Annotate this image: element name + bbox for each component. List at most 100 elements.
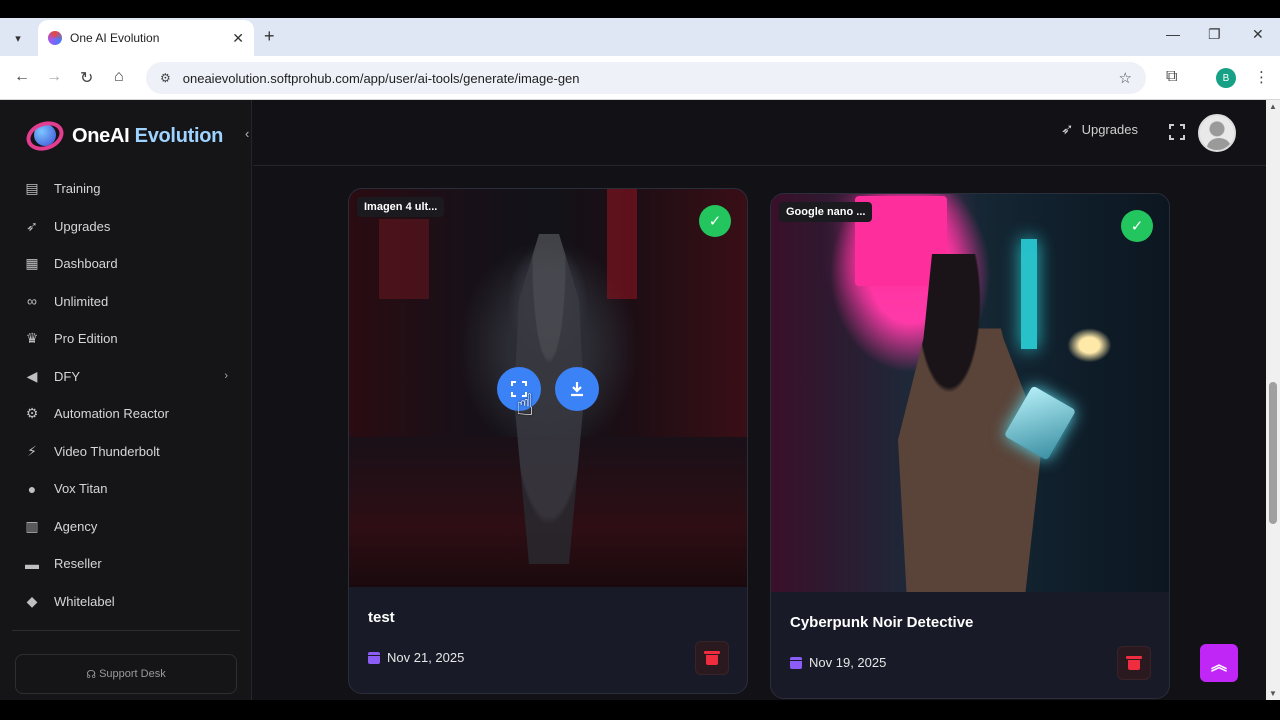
generated-image[interactable] <box>349 189 747 587</box>
screen-top-edge <box>0 0 1280 18</box>
extensions-puzzle-icon[interactable]: ⧉ <box>1166 68 1177 86</box>
restore-icon[interactable]: ❐ <box>1208 26 1221 43</box>
browser-menu-icon[interactable]: ⋮ <box>1254 68 1269 86</box>
check-icon: ✓ <box>699 205 731 237</box>
sidebar-item-whitelabel[interactable]: ◆ Whitelabel <box>22 583 242 621</box>
download-icon <box>571 382 583 397</box>
calendar-icon <box>790 656 802 669</box>
generated-image[interactable] <box>771 194 1169 592</box>
rocket-icon: ➶ <box>1061 121 1074 138</box>
url-text[interactable]: oneaievolution.softprohub.com/app/user/a… <box>183 71 1119 86</box>
microphone-icon: ● <box>27 480 37 497</box>
sidebar-item-upgrades[interactable]: ➶ Upgrades <box>22 208 242 246</box>
image-card: Google nano ... ✓ Cyberpunk Noir Detecti… <box>770 193 1170 699</box>
user-avatar[interactable] <box>1198 114 1236 152</box>
sidebar-item-label: Unlimited <box>54 293 109 309</box>
minimize-icon[interactable]: — <box>1166 26 1180 42</box>
training-icon: ▤ <box>25 180 39 197</box>
page-scrollbar[interactable]: ▲ ▼ <box>1266 100 1280 700</box>
forward-arrow-icon[interactable]: → <box>46 68 62 86</box>
profile-avatar[interactable]: B <box>1216 68 1236 88</box>
home-icon[interactable]: ⌂ <box>114 68 124 86</box>
store-icon: ▬ <box>25 555 39 572</box>
tab-search-chevron-down-icon[interactable]: ▾ <box>6 26 30 50</box>
back-arrow-icon[interactable]: ← <box>14 68 30 86</box>
bolt-icon: ⚡ <box>27 442 37 459</box>
headset-icon: ☊ <box>86 668 97 681</box>
scroll-to-top-button[interactable]: ︽ <box>1200 644 1238 682</box>
scroll-down-arrow-icon[interactable]: ▼ <box>1269 689 1277 698</box>
logo-text: OneAI Evolution <box>72 124 224 147</box>
card-date-text: Nov 21, 2025 <box>387 650 465 665</box>
model-badge: Google nano ... <box>779 202 873 222</box>
sidebar-item-video-thunderbolt[interactable]: ⚡ Video Thunderbolt <box>22 433 242 471</box>
sidebar: OneAI Evolution ‹ ▤ Training ➶ Upgrades … <box>0 100 252 700</box>
app-root: OneAI Evolution ‹ ▤ Training ➶ Upgrades … <box>0 100 1280 700</box>
address-bar[interactable]: ⚙ oneaievolution.softprohub.com/app/user… <box>146 62 1146 94</box>
dashboard-icon: ▦ <box>25 255 39 272</box>
fullscreen-icon[interactable] <box>1169 124 1185 140</box>
model-badge: Imagen 4 ult... <box>357 197 445 217</box>
window-close-icon[interactable]: ✕ <box>1252 26 1264 43</box>
infinity-icon: ∞ <box>27 293 37 310</box>
app-logo[interactable]: OneAI Evolution <box>22 116 223 156</box>
upgrades-label: Upgrades <box>1081 121 1138 137</box>
sidebar-item-agency[interactable]: ▥ Agency <box>22 508 242 546</box>
sidebar-item-reseller[interactable]: ▬ Reseller <box>22 545 242 583</box>
sidebar-collapse-chevron-icon[interactable]: ‹ <box>245 126 249 141</box>
support-desk-button[interactable]: ☊ Support Desk <box>15 654 237 694</box>
sidebar-item-label: Upgrades <box>54 218 111 234</box>
image-card: Imagen 4 ult... ✓ test Nov 21, 2025 <box>348 188 748 694</box>
new-tab-plus-icon[interactable]: + <box>264 26 275 47</box>
crown-icon: ♛ <box>25 330 39 347</box>
trash-icon <box>1126 656 1142 670</box>
scrollbar-thumb[interactable] <box>1269 382 1277 524</box>
browser-toolbar: ← → ↻ ⌂ ⚙ oneaievolution.softprohub.com/… <box>0 56 1280 100</box>
site-settings-icon[interactable]: ⚙ <box>160 71 171 85</box>
tag-icon: ◆ <box>26 592 38 609</box>
sidebar-item-unlimited[interactable]: ∞ Unlimited <box>22 283 242 321</box>
delete-button[interactable] <box>695 641 729 675</box>
sidebar-item-dfy[interactable]: ◀ DFY › <box>22 358 242 396</box>
sidebar-item-automation-reactor[interactable]: ⚙ Automation Reactor <box>22 395 242 433</box>
megaphone-icon: ◀ <box>26 367 38 384</box>
delete-button[interactable] <box>1117 646 1151 680</box>
sidebar-item-dashboard[interactable]: ▦ Dashboard <box>22 245 242 283</box>
upgrades-button[interactable]: ➶ Upgrades <box>1061 120 1138 138</box>
sidebar-item-label: Reseller <box>54 556 102 572</box>
sidebar-item-label: Automation Reactor <box>54 406 169 422</box>
support-desk-label: Support Desk <box>99 668 166 680</box>
hand-cursor-icon: ☝ <box>516 389 535 422</box>
reload-icon[interactable]: ↻ <box>80 68 93 88</box>
sidebar-menu: ▤ Training ➶ Upgrades ▦ Dashboard ∞ Unli… <box>22 170 242 620</box>
sidebar-item-pro-edition[interactable]: ♛ Pro Edition <box>22 320 242 358</box>
chevron-right-icon: › <box>224 370 228 383</box>
card-date: Nov 19, 2025 <box>790 655 886 670</box>
bookmark-star-icon[interactable]: ☆ <box>1119 69 1132 87</box>
download-button[interactable] <box>555 367 599 411</box>
favicon-icon <box>48 31 62 45</box>
sidebar-item-label: Agency <box>54 518 98 534</box>
sidebar-item-label: Pro Edition <box>54 331 118 347</box>
sidebar-item-label: Vox Titan <box>54 481 108 497</box>
sidebar-item-label: Whitelabel <box>54 593 115 609</box>
card-date-text: Nov 19, 2025 <box>809 655 887 670</box>
double-chevron-up-icon: ︽ <box>1210 657 1227 674</box>
sidebar-divider <box>12 630 240 631</box>
check-icon: ✓ <box>1121 210 1153 242</box>
card-title: test <box>368 609 395 626</box>
trash-icon <box>704 651 720 665</box>
sidebar-item-label: Dashboard <box>54 256 118 272</box>
card-title: Cyberpunk Noir Detective <box>790 614 974 631</box>
sidebar-item-vox-titan[interactable]: ● Vox Titan <box>22 470 242 508</box>
screen-bottom-edge <box>0 700 1280 720</box>
tab-close-icon[interactable]: ✕ <box>232 30 244 47</box>
browser-tab[interactable]: One AI Evolution ✕ <box>38 20 254 56</box>
scroll-up-arrow-icon[interactable]: ▲ <box>1269 102 1277 111</box>
calendar-icon <box>368 651 380 664</box>
rocket-icon: ➶ <box>26 217 38 234</box>
gears-icon: ⚙ <box>25 405 39 422</box>
card-date: Nov 21, 2025 <box>368 650 464 665</box>
sidebar-item-training[interactable]: ▤ Training <box>22 170 242 208</box>
logo-planet-icon <box>22 116 68 156</box>
